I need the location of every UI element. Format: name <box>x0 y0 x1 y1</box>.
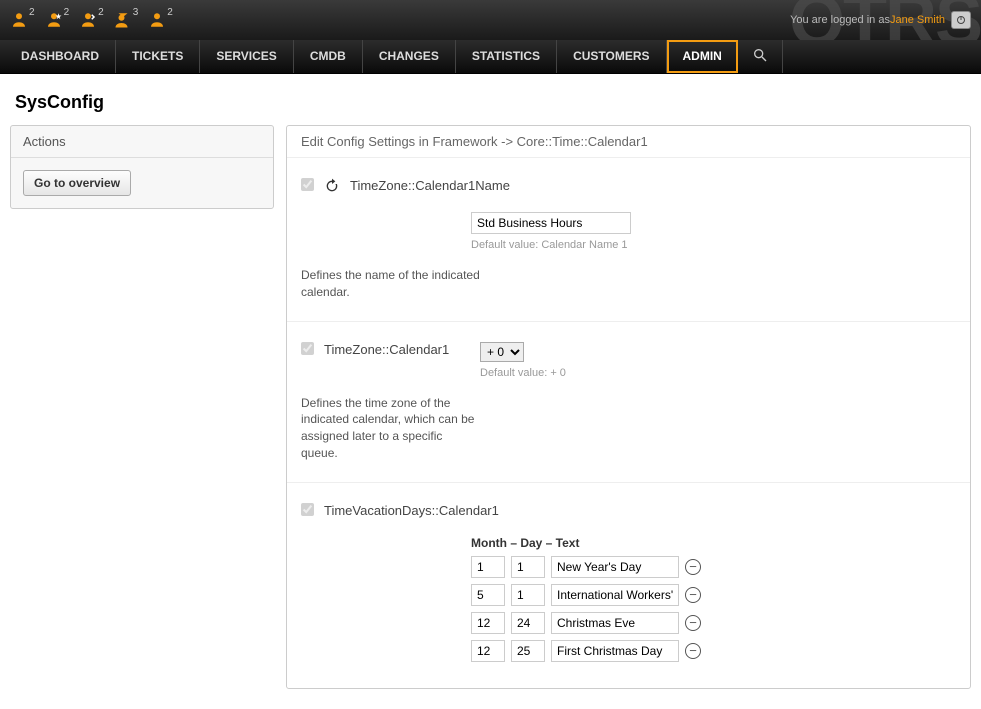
go-to-overview-button[interactable]: Go to overview <box>23 170 131 196</box>
vacation-row: − <box>471 556 956 578</box>
setting-label: TimeVacationDays::Calendar1 <box>324 503 499 518</box>
vacation-month-input[interactable] <box>471 640 505 662</box>
queue-icon-1[interactable]: 2 <box>10 11 35 29</box>
badge-count: 2 <box>167 7 173 18</box>
setting-calendar-timezone: TimeZone::Calendar1 + 0 Default value: +… <box>287 322 970 483</box>
default-value-hint: Default value: Calendar Name 1 <box>471 239 956 251</box>
header-status-icons: 2 2 2 3 2 <box>10 11 173 29</box>
nav-services[interactable]: SERVICES <box>200 40 293 73</box>
username-link[interactable]: Jane Smith <box>890 14 945 26</box>
timezone-select[interactable]: + 0 <box>480 342 524 362</box>
main-content: SysConfig Actions Go to overview Edit Co… <box>0 74 981 709</box>
nav-changes[interactable]: CHANGES <box>363 40 456 73</box>
vacation-text-input[interactable] <box>551 556 679 578</box>
vacation-text-input[interactable] <box>551 584 679 606</box>
login-status-text: You are logged in as <box>790 14 890 26</box>
calendar-name-input[interactable] <box>471 212 631 234</box>
badge-count: 3 <box>133 7 139 18</box>
vacation-row: − <box>471 584 956 606</box>
reset-icon[interactable] <box>324 178 340 194</box>
vacation-day-input[interactable] <box>511 556 545 578</box>
setting-enable-checkbox[interactable] <box>301 503 314 516</box>
badge-count: 2 <box>29 7 35 18</box>
sidebar-header: Actions <box>11 126 273 158</box>
queue-icon-4[interactable]: 3 <box>114 11 139 29</box>
nav-statistics[interactable]: STATISTICS <box>456 40 557 73</box>
setting-label: TimeZone::Calendar1 <box>324 342 470 357</box>
actions-sidebar: Actions Go to overview <box>10 125 274 209</box>
nav-dashboard[interactable]: DASHBOARD <box>5 40 116 73</box>
vacation-day-input[interactable] <box>511 584 545 606</box>
nav-cmdb[interactable]: CMDB <box>294 40 363 73</box>
app-header: OTRS 2 2 2 3 2 You are logged in as Jane… <box>0 0 981 40</box>
nav-admin[interactable]: ADMIN <box>667 40 738 73</box>
vacation-day-input[interactable] <box>511 640 545 662</box>
main-nav: DASHBOARD TICKETS SERVICES CMDB CHANGES … <box>0 40 981 74</box>
remove-row-icon[interactable]: − <box>685 587 701 603</box>
vacation-columns-header: Month – Day – Text <box>471 536 956 550</box>
header-user-area: You are logged in as Jane Smith <box>790 11 971 29</box>
remove-row-icon[interactable]: − <box>685 559 701 575</box>
badge-count: 2 <box>98 7 104 18</box>
setting-description: Defines the time zone of the indicated c… <box>301 395 481 462</box>
settings-panel: Edit Config Settings in Framework -> Cor… <box>286 125 971 689</box>
nav-search[interactable] <box>738 40 783 73</box>
setting-vacation-days: TimeVacationDays::Calendar1 Month – Day … <box>287 483 970 688</box>
page-title: SysConfig <box>10 84 971 125</box>
vacation-row: − <box>471 640 956 662</box>
queue-icon-5[interactable]: 2 <box>148 11 173 29</box>
setting-description: Defines the name of the indicated calend… <box>301 267 481 301</box>
content-header: Edit Config Settings in Framework -> Cor… <box>287 126 970 158</box>
logout-button[interactable] <box>951 11 971 29</box>
default-value-hint: Default value: + 0 <box>480 367 956 379</box>
remove-row-icon[interactable]: − <box>685 643 701 659</box>
nav-tickets[interactable]: TICKETS <box>116 40 200 73</box>
setting-calendar-name: TimeZone::Calendar1Name Default value: C… <box>287 158 970 322</box>
badge-count: 2 <box>64 7 70 18</box>
nav-customers[interactable]: CUSTOMERS <box>557 40 666 73</box>
queue-icon-3[interactable]: 2 <box>79 11 104 29</box>
setting-enable-checkbox[interactable] <box>301 178 314 191</box>
queue-icon-2[interactable]: 2 <box>45 11 70 29</box>
setting-enable-checkbox[interactable] <box>301 342 314 355</box>
setting-label: TimeZone::Calendar1Name <box>350 178 510 193</box>
vacation-month-input[interactable] <box>471 584 505 606</box>
vacation-month-input[interactable] <box>471 556 505 578</box>
vacation-text-input[interactable] <box>551 640 679 662</box>
